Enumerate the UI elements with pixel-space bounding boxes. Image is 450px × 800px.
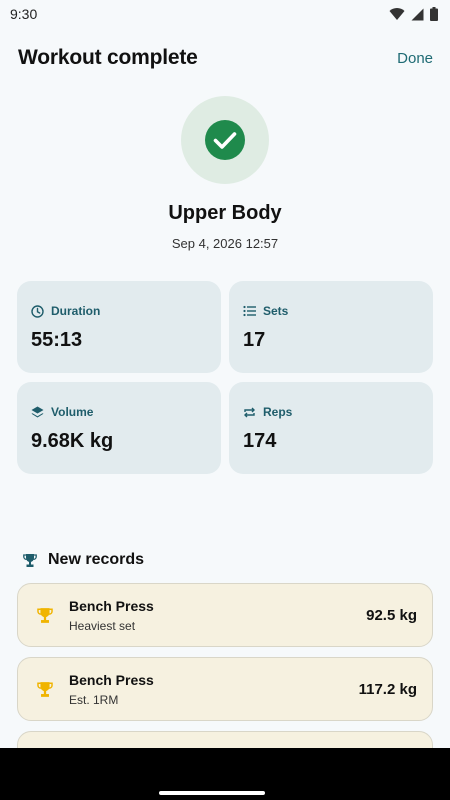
battery-icon (430, 7, 438, 21)
record-value: 117.2 kg (358, 680, 417, 698)
stat-card-duration: Duration 55:13 (17, 281, 221, 373)
status-bar: 9:30 (0, 0, 450, 28)
trophy-icon (37, 607, 53, 623)
status-time: 9:30 (10, 6, 38, 22)
navigation-bar (0, 748, 450, 800)
records-header: New records (23, 549, 144, 571)
stat-card-volume: Volume 9.68K kg (17, 382, 221, 474)
record-exercise: Bench Press (69, 671, 154, 688)
stat-value: 9.68K kg (31, 430, 114, 452)
workout-name: Upper Body (168, 202, 282, 224)
stat-value: 17 (243, 329, 266, 351)
repeat-icon (244, 407, 255, 417)
record-type: Heaviest set (69, 618, 136, 633)
status-icons (389, 7, 438, 21)
stat-card-reps: Reps 174 (229, 382, 433, 474)
check-circle-icon (205, 120, 245, 160)
header: Workout complete Done (0, 40, 450, 76)
record-value: 92.5 kg (366, 606, 417, 624)
signal-icon (411, 8, 424, 20)
trophy-icon (23, 553, 37, 567)
trophy-icon (37, 681, 53, 697)
workout-date: Sep 4, 2026 12:57 (171, 236, 279, 251)
done-button[interactable]: Done (397, 50, 433, 67)
record-card[interactable]: Bench Press Est. 1RM 117.2 kg (17, 657, 433, 721)
home-handle[interactable] (159, 791, 265, 795)
layers-icon (31, 406, 44, 417)
clock-icon (31, 304, 44, 318)
success-badge (181, 96, 269, 184)
stat-label: Duration (51, 304, 101, 318)
stat-card-sets: Sets 17 (229, 281, 433, 373)
stat-label: Volume (51, 405, 94, 419)
stat-value: 55:13 (31, 329, 83, 351)
stat-value: 174 (243, 430, 277, 452)
wifi-icon (389, 8, 405, 20)
record-type: Est. 1RM (69, 692, 119, 707)
records-title: New records (48, 551, 145, 568)
record-exercise: Bench Press (69, 597, 154, 614)
stat-label: Reps (263, 405, 293, 419)
stat-label: Sets (263, 304, 289, 318)
page-title: Workout complete (18, 46, 198, 69)
list-icon (243, 305, 256, 317)
record-card[interactable]: Bench Press Heaviest set 92.5 kg (17, 583, 433, 647)
